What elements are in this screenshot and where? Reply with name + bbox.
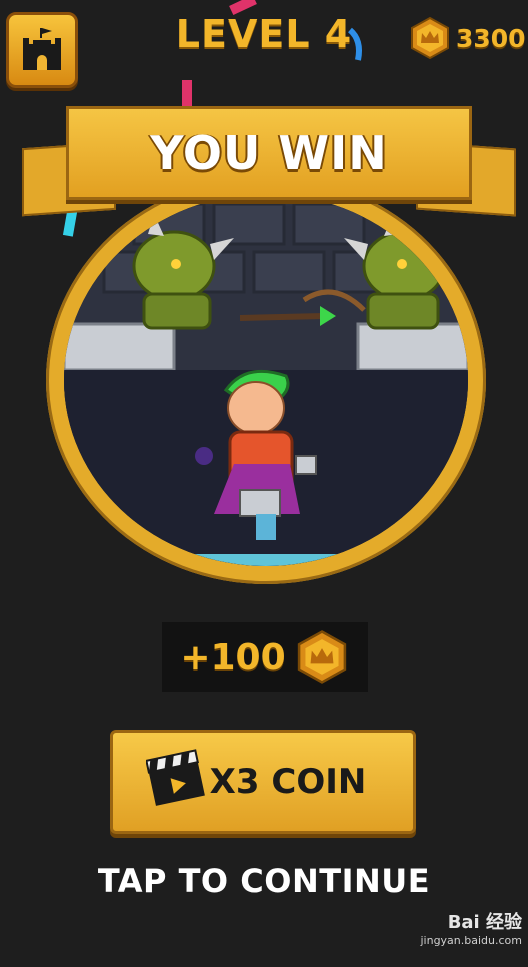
tap-to-continue[interactable]: TAP TO CONTINUE bbox=[0, 862, 528, 900]
watermark: Bai 经验 jingyan.baidu.com bbox=[404, 908, 522, 962]
reward-amount: +100 bbox=[180, 636, 286, 678]
x3-coin-label: X3 COIN bbox=[209, 762, 367, 802]
banner-title: YOU WIN bbox=[150, 126, 388, 180]
win-scene bbox=[64, 194, 468, 566]
you-win-banner: YOU WIN bbox=[66, 106, 472, 200]
crown-coin-icon bbox=[297, 630, 346, 684]
reward-box: +100 bbox=[162, 622, 368, 692]
watermark-url: jingyan.baidu.com bbox=[420, 934, 522, 947]
watermark-logo: Bai 经验 bbox=[447, 912, 522, 933]
clapperboard-icon bbox=[146, 749, 205, 806]
